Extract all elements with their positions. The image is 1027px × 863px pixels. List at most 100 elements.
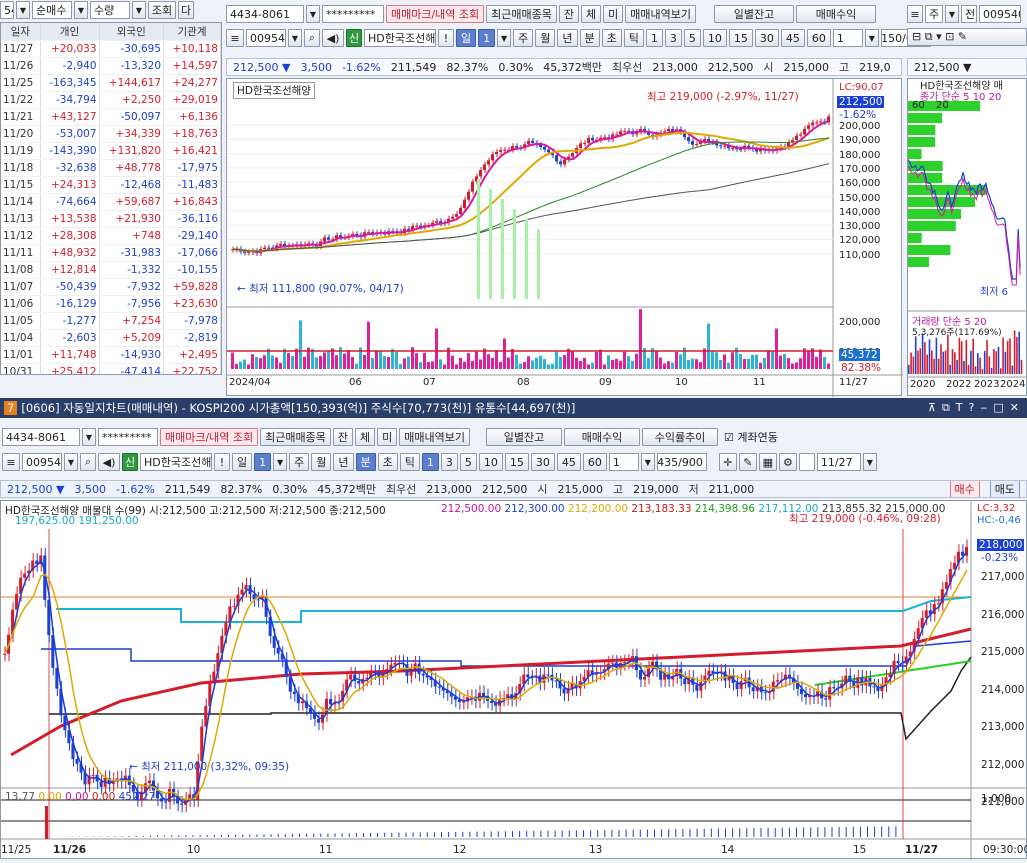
unfilled-button[interactable]: 미 — [377, 428, 398, 446]
stock-code-input[interactable]: 009540 — [22, 453, 62, 471]
period-minute-button[interactable]: 분 — [579, 29, 600, 47]
grid-icon[interactable]: ▦ — [758, 453, 777, 471]
side-prev-field[interactable]: 전 — [961, 5, 977, 23]
period-tick-button[interactable]: 틱 — [623, 29, 644, 47]
calendar-icon[interactable]: ▼ — [862, 453, 877, 471]
date-checkbox[interactable] — [798, 453, 815, 471]
trade-history-button[interactable]: 매매내역보기 — [625, 5, 697, 23]
stock-code-input[interactable]: 009540 — [246, 29, 286, 47]
draw-tool-icon[interactable]: ✎ — [738, 453, 757, 471]
return-trend-button[interactable]: 수익률추이 — [642, 428, 719, 446]
chevron-down-icon[interactable]: ▼ — [74, 1, 88, 19]
recent-trades-button[interactable]: 최근매매종목 — [486, 5, 557, 23]
chevron-down-icon[interactable]: ▼ — [945, 5, 959, 23]
font-icon[interactable]: T — [956, 401, 963, 415]
side-period-select[interactable]: 주 — [925, 5, 943, 23]
table-row[interactable]: 11/20 -53,007 +34,339 +18,763 — [1, 125, 221, 143]
period-year-button[interactable]: 년 — [557, 29, 578, 47]
menu-icon[interactable]: ≡ — [2, 453, 20, 471]
account-link-toggle[interactable]: ☑ 계좌연동 — [720, 428, 782, 446]
chevron-down-icon[interactable]: ▼ — [82, 428, 96, 446]
password-input[interactable]: ********* — [322, 5, 384, 23]
interval-15-button[interactable]: 15 — [728, 29, 753, 47]
help-icon[interactable]: ? — [969, 401, 975, 415]
column-header[interactable]: 일자 — [1, 23, 41, 41]
interval-45-button[interactable]: 45 — [556, 453, 581, 471]
interval-1-button[interactable]: 1 — [645, 29, 663, 47]
trade-history-button[interactable]: 매매내역보기 — [399, 428, 471, 446]
table-row[interactable]: 11/13 +13,538 +21,930 -36,116 — [1, 210, 221, 228]
table-row[interactable]: 11/22 -34,794 +2,250 +29,019 — [1, 91, 221, 109]
buy-button[interactable]: 매수 — [949, 481, 980, 497]
maximize-icon[interactable]: □ — [993, 401, 1003, 415]
interval-15-button[interactable]: 15 — [504, 453, 529, 471]
investor-mode-select[interactable]: 순매수 — [32, 1, 72, 19]
sell-button[interactable]: 매도 — [989, 481, 1020, 497]
table-row[interactable]: 10/31 +25,412 -47,414 +22,752 — [1, 363, 221, 374]
balance-button[interactable]: 잔 — [332, 428, 354, 446]
period-second-button[interactable]: 초 — [601, 29, 622, 47]
interval-45-button[interactable]: 45 — [780, 29, 805, 47]
table-row[interactable]: 11/25 -163,345 +144,617 +24,277 — [1, 74, 221, 92]
table-row[interactable]: 11/08 +12,814 -1,332 -10,155 — [1, 261, 221, 279]
interval-10-button[interactable]: 10 — [478, 453, 503, 471]
minimize-icon[interactable]: ‒ — [980, 401, 987, 415]
password-input[interactable]: ********* — [98, 428, 158, 446]
period-month-button[interactable]: 월 — [535, 29, 556, 47]
investor-query-button[interactable]: 조회 — [148, 1, 176, 19]
period-day-button[interactable]: 일 — [232, 453, 253, 471]
table-row[interactable]: 11/06 -16,129 -7,956 +23,630 — [1, 295, 221, 313]
date-input[interactable]: 11/27 — [816, 453, 861, 471]
checkbox-icon[interactable]: ☑ — [724, 431, 734, 444]
table-row[interactable]: 11/07 -50,439 -7,932 +59,828 — [1, 278, 221, 296]
table-row[interactable]: 11/18 -32,638 +48,778 -17,975 — [1, 159, 221, 177]
table-row[interactable]: 11/11 +48,932 -31,983 -17,066 — [1, 244, 221, 262]
interval-custom-input[interactable]: 1 — [832, 29, 863, 47]
chevron-down-icon[interactable]: ▼ — [864, 29, 879, 47]
period-week-button[interactable]: 주 — [513, 29, 534, 47]
speaker-icon[interactable]: ◀) — [322, 29, 344, 47]
trade-profit-button[interactable]: 매매수익 — [796, 5, 877, 23]
search-icon[interactable]: ⌕ — [304, 29, 320, 47]
restore-icon[interactable]: ⧉ — [942, 401, 950, 415]
period-count-field[interactable]: 1 — [254, 453, 272, 471]
close-icon[interactable]: ✕ — [1010, 401, 1019, 415]
investor-unit-select[interactable]: 수량 — [90, 1, 130, 19]
table-row[interactable]: 11/19 -143,390 +131,820 +16,421 — [1, 142, 221, 160]
period-count-field[interactable]: 1 — [478, 29, 496, 47]
unfilled-button[interactable]: 미 — [603, 5, 624, 23]
period-week-button[interactable]: 주 — [289, 453, 310, 471]
table-row[interactable]: 11/27 +20,033 -30,695 +10,118 — [1, 40, 221, 58]
chevron-down-icon[interactable]: ▼ — [64, 453, 78, 471]
search-icon[interactable]: ⌕ — [80, 453, 96, 471]
period-tick-button[interactable]: 틱 — [399, 453, 420, 471]
interval-10-button[interactable]: 10 — [702, 29, 727, 47]
trade-profit-button[interactable]: 매매수익 — [564, 428, 641, 446]
table-row[interactable]: 11/01 +11,748 -14,930 +2,495 — [1, 346, 221, 364]
table-row[interactable]: 11/15 +24,313 -12,468 -11,483 — [1, 176, 221, 194]
chevron-down-icon[interactable]: ▼ — [132, 1, 146, 19]
column-header[interactable]: 기관계 — [163, 23, 221, 41]
daily-balance-button[interactable]: 일별잔고 — [714, 5, 795, 23]
table-row[interactable]: 11/05 -1,277 +7,254 -7,978 — [1, 312, 221, 330]
alert-icon[interactable]: ! — [214, 453, 230, 471]
interval-5-button[interactable]: 5 — [683, 29, 701, 47]
balance-button[interactable]: 잔 — [558, 5, 580, 23]
period-month-button[interactable]: 월 — [311, 453, 332, 471]
period-second-button[interactable]: 초 — [377, 453, 398, 471]
interval-3-button[interactable]: 3 — [664, 29, 682, 47]
trade-mark-query-button[interactable]: 매매마크/내역 조회 — [386, 5, 485, 23]
interval-custom-input[interactable]: 1 — [608, 453, 639, 471]
investor-period-field[interactable]: 54 — [0, 1, 14, 19]
period-year-button[interactable]: 년 — [333, 453, 354, 471]
recent-trades-button[interactable]: 최근매매종목 — [260, 428, 331, 446]
interval-3-button[interactable]: 3 — [440, 453, 458, 471]
table-row[interactable]: 11/14 -74,664 +59,687 +16,843 — [1, 193, 221, 211]
speaker-icon[interactable]: ◀) — [98, 453, 120, 471]
alert-icon[interactable]: ! — [438, 29, 454, 47]
side-code-input[interactable]: 009540 — [979, 5, 1021, 23]
interval-30-button[interactable]: 30 — [530, 453, 555, 471]
account-input[interactable]: 4434-8061 — [226, 5, 304, 23]
crosshair-icon[interactable]: ✛ — [718, 453, 737, 471]
investor-next-button[interactable]: 다 — [178, 1, 194, 19]
